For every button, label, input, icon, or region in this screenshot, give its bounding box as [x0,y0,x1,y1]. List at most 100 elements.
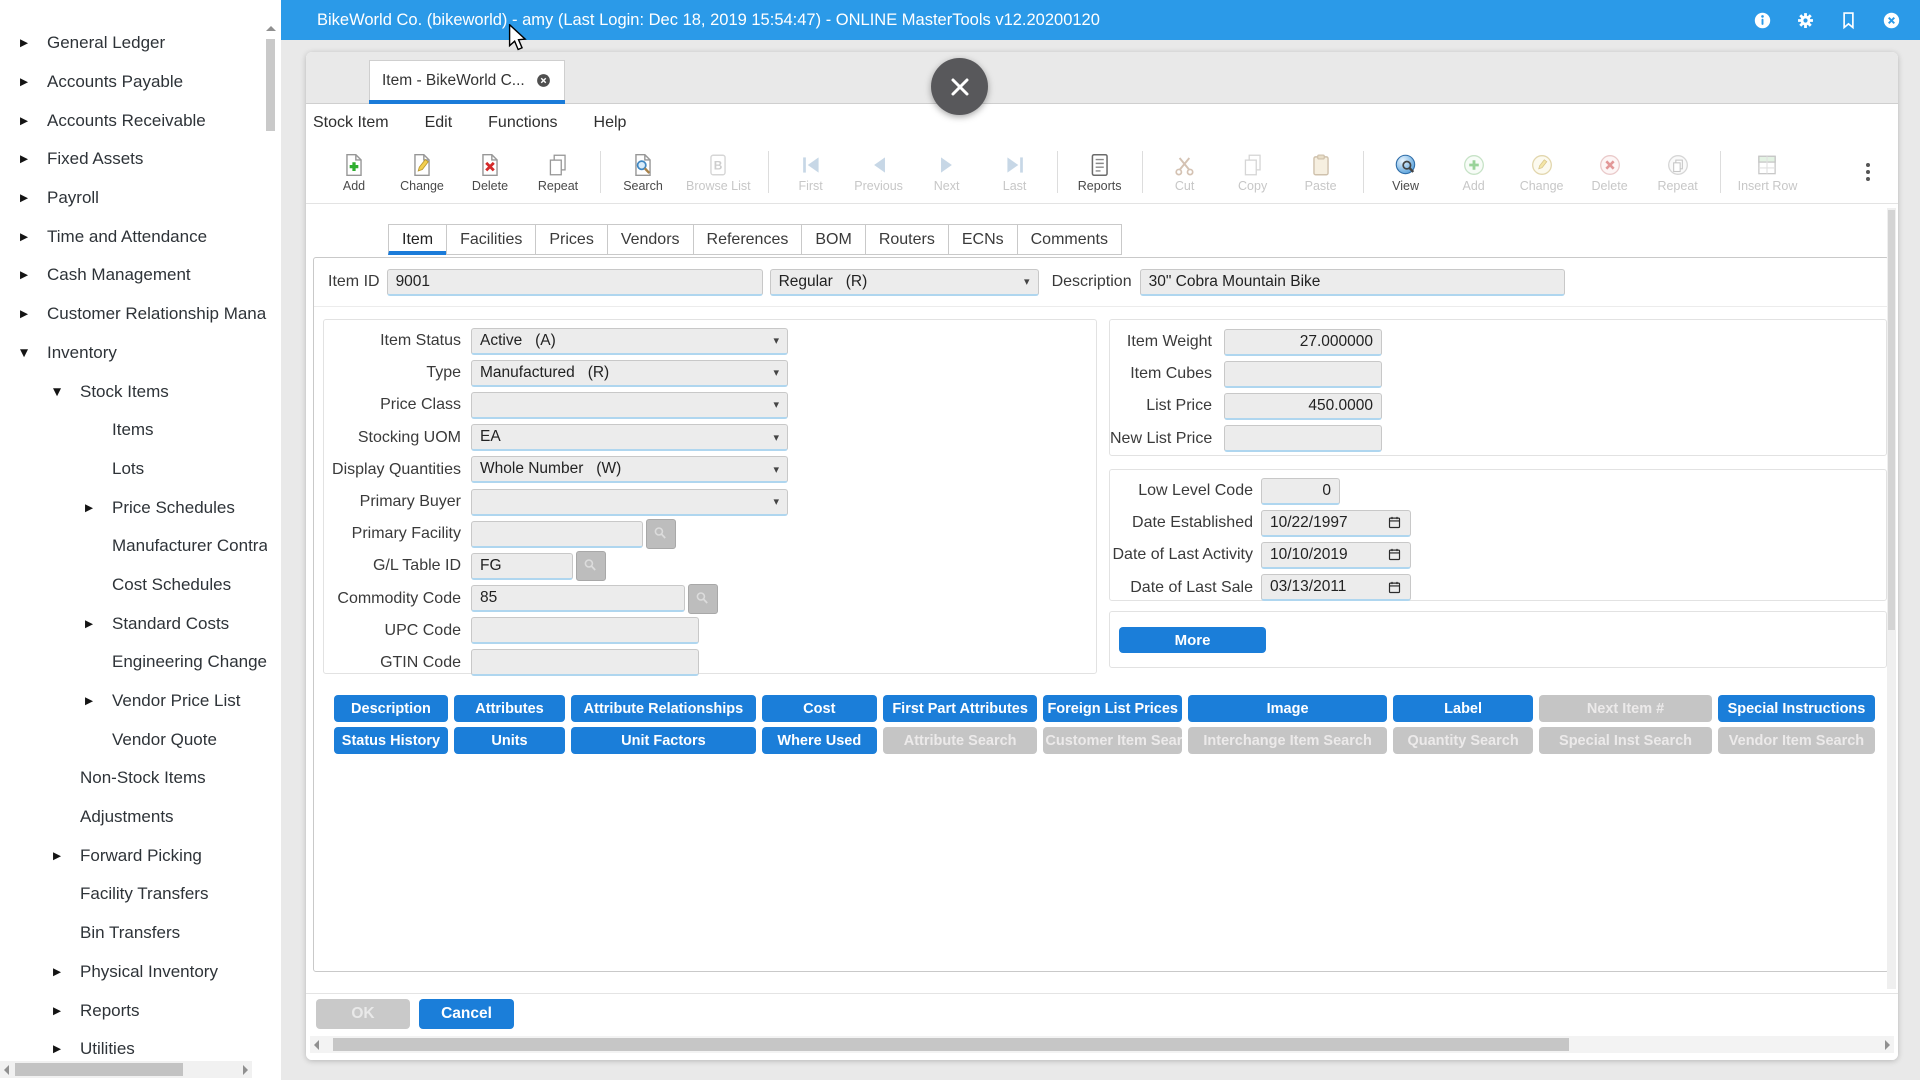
sidebar-item-stock-items[interactable]: ▼Stock Items [0,372,267,411]
sidebar-item-cash-management[interactable]: ▶Cash Management [0,256,267,295]
bookmark-icon[interactable] [1838,10,1859,31]
sidebar-item-price-schedules[interactable]: ▶Price Schedules [0,488,267,527]
chevron-down-icon[interactable]: ▼ [53,386,80,398]
menu-functions[interactable]: Functions [470,114,575,132]
chevron-right-icon[interactable]: ▶ [20,153,47,165]
description-input[interactable]: 30" Cobra Mountain Bike [1140,269,1565,296]
info-icon[interactable] [1752,10,1773,31]
sidebar-item-bin-transfers[interactable]: Bin Transfers [0,914,267,953]
date-of-last-sale-input[interactable]: 03/13/2011 [1261,574,1411,601]
calendar-icon[interactable] [1387,547,1402,562]
scrollbar-thumb[interactable] [266,39,275,131]
sidebar-item-items[interactable]: Items [0,411,267,450]
item-status-select[interactable]: Active (A)▾ [471,328,788,355]
sidebar-item-lots[interactable]: Lots [0,450,267,489]
item-weight-input[interactable]: 27.000000 [1224,329,1382,356]
sidebar-vertical-scrollbar[interactable] [265,26,276,131]
item-id-input[interactable]: 9001 [387,269,763,296]
sidebar-item-customer-relationship-mana[interactable]: ▶Customer Relationship Mana [0,295,267,334]
menu-edit[interactable]: Edit [407,114,471,132]
sidebar-item-cost-schedules[interactable]: Cost Schedules [0,566,267,605]
sidebar-item-forward-picking[interactable]: ▶Forward Picking [0,836,267,875]
tab-item[interactable]: Item [388,224,447,255]
where-used-button[interactable]: Where Used [762,727,877,754]
label-button[interactable]: Label [1393,695,1533,722]
scrollbar-thumb[interactable] [15,1063,183,1076]
primary-facility-lookup-button[interactable] [646,519,676,549]
upc-code-input[interactable] [471,617,699,644]
tab-facilities[interactable]: Facilities [446,224,536,255]
units-button[interactable]: Units [454,727,565,754]
document-tab[interactable]: Item - BikeWorld C... [369,60,565,100]
g-l-table-id-lookup-button[interactable] [576,551,606,581]
new-list-price-input[interactable] [1224,425,1382,452]
calendar-icon[interactable] [1387,580,1402,595]
chevron-right-icon[interactable]: ▶ [20,37,47,49]
gear-icon[interactable] [1795,10,1816,31]
scroll-left-icon[interactable] [314,1040,319,1050]
menu-stock-item[interactable]: Stock Item [313,114,407,132]
chevron-right-icon[interactable]: ▶ [20,269,47,281]
toolbar-add-button[interactable]: Add [320,150,388,195]
sidebar-item-general-ledger[interactable]: ▶General Ledger [0,24,267,63]
toolbar-view-button[interactable]: View [1372,150,1440,195]
sidebar-item-manufacturer-contra[interactable]: Manufacturer Contra [0,527,267,566]
sidebar-item-reports[interactable]: ▶Reports [0,991,267,1030]
tab-comments[interactable]: Comments [1017,224,1122,255]
sidebar-item-fixed-assets[interactable]: ▶Fixed Assets [0,140,267,179]
sidebar-horizontal-scrollbar[interactable] [0,1061,252,1078]
sidebar-item-physical-inventory[interactable]: ▶Physical Inventory [0,953,267,992]
scrollbar-thumb[interactable] [333,1038,1569,1051]
tab-bom[interactable]: BOM [801,224,865,255]
tab-ecns[interactable]: ECNs [948,224,1018,255]
toolbar-search-button[interactable]: Search [609,150,677,195]
chevron-right-icon[interactable]: ▶ [85,618,112,630]
sidebar-item-adjustments[interactable]: Adjustments [0,798,267,837]
toolbar-change-button[interactable]: Change [388,150,456,195]
tab-vendors[interactable]: Vendors [607,224,694,255]
primary-facility-input[interactable] [471,521,643,548]
price-class-select[interactable]: ▾ [471,392,788,419]
low-level-code-input[interactable]: 0 [1261,478,1340,505]
sidebar-item-non-stock-items[interactable]: Non-Stock Items [0,759,267,798]
sidebar-item-vendor-quote[interactable]: Vendor Quote [0,720,267,759]
ok-button[interactable]: OK [316,999,410,1029]
display-quantities-select[interactable]: Whole Number (W)▾ [471,456,788,483]
chevron-right-icon[interactable]: ▶ [20,76,47,88]
type-select[interactable]: Manufactured (R)▾ [471,360,788,387]
scroll-right-icon[interactable] [243,1065,248,1075]
window-horizontal-scrollbar[interactable] [310,1036,1894,1053]
first-part-attributes-button[interactable]: First Part Attributes [883,695,1037,722]
toolbar-repeat-button[interactable]: Repeat [524,150,592,195]
chevron-right-icon[interactable]: ▶ [20,192,47,204]
calendar-icon[interactable] [1387,515,1402,530]
item-cubes-input[interactable] [1224,361,1382,388]
more-options-icon[interactable] [1862,159,1874,185]
sidebar-item-payroll[interactable]: ▶Payroll [0,179,267,218]
attributes-button[interactable]: Attributes [454,695,565,722]
window-close-button[interactable] [931,58,988,115]
sidebar-item-standard-costs[interactable]: ▶Standard Costs [0,604,267,643]
chevron-right-icon[interactable]: ▶ [53,850,80,862]
item-type-select[interactable]: Regular (R)▾ [770,269,1039,296]
scroll-up-icon[interactable] [266,26,276,31]
chevron-right-icon[interactable]: ▶ [53,1005,80,1017]
stocking-uom-select[interactable]: EA▾ [471,424,788,451]
commodity-code-input[interactable]: 85 [471,585,685,612]
cancel-button[interactable]: Cancel [419,999,514,1029]
scroll-left-icon[interactable] [4,1065,9,1075]
chevron-right-icon[interactable]: ▶ [53,1043,80,1055]
toolbar-delete-button[interactable]: Delete [456,150,524,195]
tab-prices[interactable]: Prices [535,224,607,255]
close-circle-icon[interactable] [1881,10,1902,31]
primary-buyer-select[interactable]: ▾ [471,489,788,516]
chevron-right-icon[interactable]: ▶ [20,231,47,243]
toolbar-reports-button[interactable]: Reports [1066,150,1134,195]
commodity-code-lookup-button[interactable] [688,584,718,614]
status-history-button[interactable]: Status History [334,727,448,754]
gtin-code-input[interactable] [471,649,699,676]
chevron-right-icon[interactable]: ▶ [20,115,47,127]
chevron-down-icon[interactable]: ▼ [20,347,47,359]
sidebar-item-time-and-attendance[interactable]: ▶Time and Attendance [0,217,267,256]
date-established-input[interactable]: 10/22/1997 [1261,510,1411,537]
